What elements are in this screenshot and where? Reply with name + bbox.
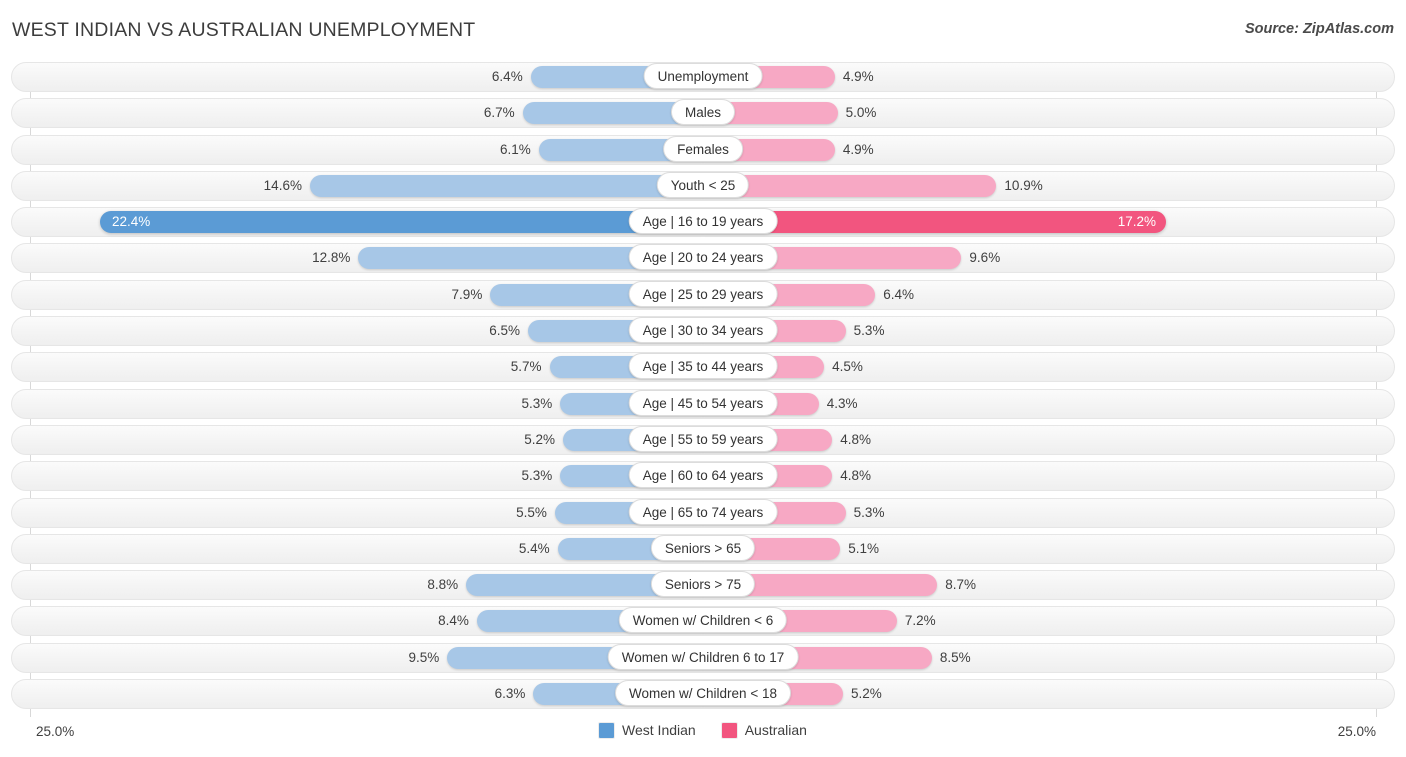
table-row[interactable]: 6.4% 4.9% Unemployment	[0, 62, 1406, 92]
table-row[interactable]: 14.6% 10.9% Youth < 25	[0, 170, 1406, 201]
table-row[interactable]: 12.8% 9.6% Age | 20 to 24 years	[0, 243, 1406, 274]
table-row[interactable]: 5.4% 5.1% Seniors > 65	[0, 533, 1406, 564]
category-label: Seniors > 65	[650, 534, 756, 561]
table-row[interactable]: 8.8% 8.7% Seniors > 75	[0, 570, 1406, 601]
value-label-west-indian: 7.9%	[451, 286, 483, 302]
value-label-west-indian: 6.5%	[489, 323, 521, 339]
value-label-west-indian: 9.5%	[408, 649, 440, 665]
chart-plot-area: 6.4% 4.9% Unemployment 6.7% 5.0% Males 6.1% 4.9…	[0, 62, 1406, 720]
legend-swatch-icon	[599, 722, 615, 738]
legend-label: West Indian	[622, 722, 696, 738]
value-label-west-indian: 5.5%	[516, 504, 547, 520]
table-row[interactable]: 6.3% 5.2% Women w/ Children < 18	[0, 679, 1406, 710]
category-label: Women w/ Children < 18	[615, 680, 791, 707]
category-label: Women w/ Children < 6	[618, 607, 788, 634]
value-label-west-indian: 12.8%	[312, 250, 351, 266]
value-label-australian: 4.8%	[840, 431, 871, 447]
legend-swatch-icon	[721, 722, 737, 738]
value-label-australian: 5.3%	[853, 323, 885, 339]
table-row[interactable]: 5.7% 4.5% Age | 35 to 44 years	[0, 352, 1406, 383]
table-row[interactable]: 5.5% 5.3% Age | 65 to 74 years	[0, 497, 1406, 528]
legend-item[interactable]: West Indian	[599, 722, 696, 738]
value-label-west-indian: 5.3%	[521, 395, 553, 411]
value-label-west-indian: 22.4%	[111, 214, 151, 230]
chart-footer: 25.0% 25.0% West Indian Australian	[0, 718, 1406, 757]
value-label-west-indian: 6.1%	[500, 141, 531, 157]
value-label-west-indian: 6.3%	[494, 686, 526, 702]
category-label: Females	[663, 135, 743, 162]
value-label-australian: 9.6%	[969, 250, 1001, 266]
table-row[interactable]: 9.5% 8.5% Women w/ Children 6 to 17	[0, 642, 1406, 673]
table-row[interactable]: 6.1% 4.9% Females	[0, 134, 1406, 165]
category-label: Youth < 25	[656, 171, 750, 198]
value-label-australian: 6.4%	[883, 286, 915, 302]
category-label: Women w/ Children 6 to 17	[607, 643, 799, 670]
value-label-west-indian: 6.4%	[491, 69, 523, 84]
category-label: Age | 25 to 29 years	[628, 280, 778, 307]
category-label: Males	[670, 99, 736, 126]
value-label-australian: 4.9%	[842, 69, 874, 84]
value-label-australian: 10.9%	[1004, 177, 1043, 193]
category-label: Age | 30 to 34 years	[628, 317, 778, 344]
value-label-australian: 8.7%	[945, 577, 976, 593]
table-row[interactable]: 7.9% 6.4% Age | 25 to 29 years	[0, 279, 1406, 310]
value-label-australian: 4.9%	[842, 141, 874, 157]
category-label: Unemployment	[643, 63, 763, 89]
value-label-australian: 4.5%	[832, 359, 863, 375]
value-label-west-indian: 14.6%	[263, 177, 302, 193]
category-label: Age | 60 to 64 years	[628, 462, 778, 489]
table-row[interactable]: 8.4% 7.2% Women w/ Children < 6	[0, 606, 1406, 637]
value-label-west-indian: 8.8%	[427, 577, 459, 593]
table-row[interactable]: 6.7% 5.0% Males	[0, 98, 1406, 129]
value-label-west-indian: 6.7%	[483, 105, 515, 121]
bar-west-indian[interactable]	[99, 211, 703, 234]
bar-rows-container: 6.4% 4.9% Unemployment 6.7% 5.0% Males 6.1% 4.9…	[0, 62, 1406, 715]
value-label-australian: 5.0%	[845, 105, 877, 121]
value-label-australian: 4.8%	[840, 468, 871, 484]
chart-legend: West Indian Australian	[0, 722, 1406, 738]
table-row[interactable]: 5.2% 4.8% Age | 55 to 59 years	[0, 424, 1406, 455]
table-row[interactable]: 22.4% 17.2% Age | 16 to 19 years	[0, 207, 1406, 238]
value-label-west-indian: 5.2%	[524, 431, 556, 447]
value-label-australian: 8.5%	[939, 649, 971, 665]
value-label-west-indian: 5.4%	[518, 540, 550, 556]
bar-west-indian[interactable]	[309, 174, 703, 197]
category-label: Seniors > 75	[650, 571, 756, 598]
category-label: Age | 65 to 74 years	[628, 498, 778, 525]
category-label: Age | 20 to 24 years	[628, 244, 778, 271]
value-label-west-indian: 5.3%	[521, 468, 553, 484]
value-label-west-indian: 8.4%	[438, 613, 469, 629]
page-title: WEST INDIAN VS AUSTRALIAN UNEMPLOYMENT	[12, 19, 476, 41]
table-row[interactable]: 5.3% 4.8% Age | 60 to 64 years	[0, 461, 1406, 492]
value-label-west-indian: 5.7%	[510, 359, 542, 375]
legend-item[interactable]: Australian	[721, 722, 807, 738]
category-label: Age | 35 to 44 years	[628, 353, 778, 380]
source-attribution: Source: ZipAtlas.com	[1244, 21, 1394, 37]
category-label: Age | 16 to 19 years	[628, 208, 778, 235]
legend-label: Australian	[744, 722, 807, 738]
table-row[interactable]: 5.3% 4.3% Age | 45 to 54 years	[0, 388, 1406, 419]
table-row[interactable]: 6.5% 5.3% Age | 30 to 34 years	[0, 316, 1406, 347]
value-label-australian: 17.2%	[1117, 214, 1157, 230]
value-label-australian: 7.2%	[904, 613, 936, 629]
category-label: Age | 45 to 54 years	[628, 389, 778, 416]
chart-header: WEST INDIAN VS AUSTRALIAN UNEMPLOYMENT S…	[0, 0, 1406, 60]
value-label-australian: 5.2%	[850, 686, 882, 702]
value-label-australian: 5.3%	[853, 504, 885, 520]
value-label-australian: 5.1%	[848, 540, 880, 556]
category-label: Age | 55 to 59 years	[628, 425, 778, 452]
value-label-australian: 4.3%	[826, 395, 858, 411]
